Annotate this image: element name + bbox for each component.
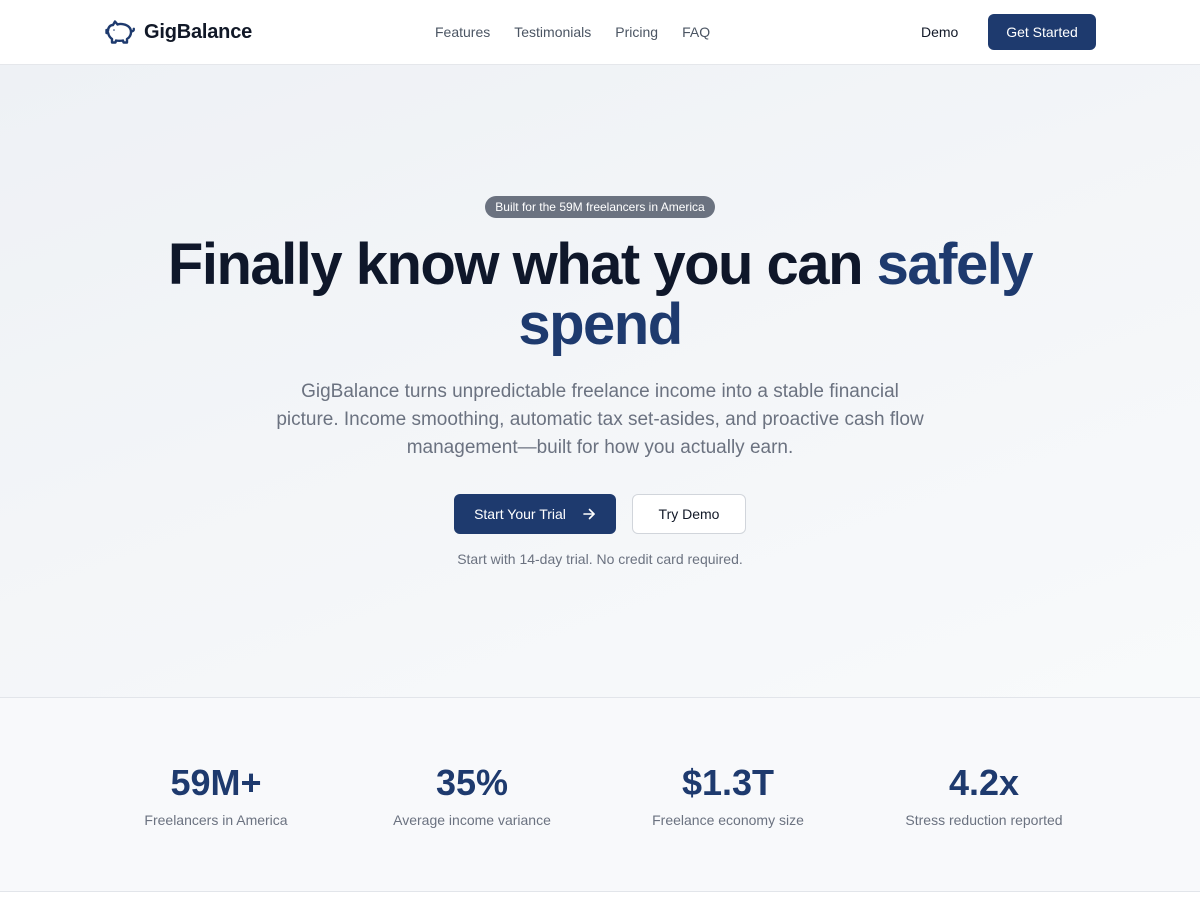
main-nav: Features Testimonials Pricing FAQ [435,0,710,64]
get-started-button[interactable]: Get Started [988,14,1096,50]
brand-name: GigBalance [144,20,253,43]
hero-subhead: GigBalance turns unpredictable freelance… [276,381,924,458]
nav-testimonials[interactable]: Testimonials [514,24,591,40]
next-section-edge [0,892,1200,900]
nav-pricing[interactable]: Pricing [615,24,658,40]
nav-features[interactable]: Features [435,24,490,40]
hero-section: Built for the 59M freelancers in America… [0,65,1200,698]
headline-main: Finally know what you can [167,232,877,297]
stat-stress-reduction: 4.2x Stress reduction reported [856,762,1112,829]
stat-value: 59M+ [170,762,262,803]
start-trial-label: Start Your Trial [474,506,566,522]
cta-row: Start Your Trial Try Demo [0,494,1200,534]
stat-label: Stress reduction reported [905,812,1063,828]
try-demo-button[interactable]: Try Demo [632,494,746,534]
stat-economy-size: $1.3T Freelance economy size [600,762,856,829]
stat-value: $1.3T [681,762,775,803]
nav-faq[interactable]: FAQ [682,24,710,40]
stat-value: 35% [435,762,509,803]
stat-label: Freelancers in America [144,812,288,828]
piggy-bank-icon [105,20,136,44]
start-trial-button[interactable]: Start Your Trial [454,494,616,534]
trial-note: Start with 14-day trial. No credit card … [457,551,743,567]
stats-section: 59M+ Freelancers in America 35% Average … [0,698,1200,892]
stat-freelancers: 59M+ Freelancers in America [88,762,344,829]
audience-badge: Built for the 59M freelancers in America [485,196,715,218]
stat-income-variance: 35% Average income variance [344,762,600,829]
arrow-right-icon [583,508,595,520]
demo-link[interactable]: Demo [921,0,958,64]
stat-label: Average income variance [393,812,551,828]
brand-logo[interactable]: GigBalance [104,16,252,48]
site-header: GigBalance Features Testimonials Pricing… [0,0,1200,65]
stat-label: Freelance economy size [652,812,804,828]
badge-container: Built for the 59M freelancers in America [0,196,1200,218]
hero-headline: Finally know what you can safely spend [100,235,1100,355]
stat-value: 4.2x [948,762,1020,803]
